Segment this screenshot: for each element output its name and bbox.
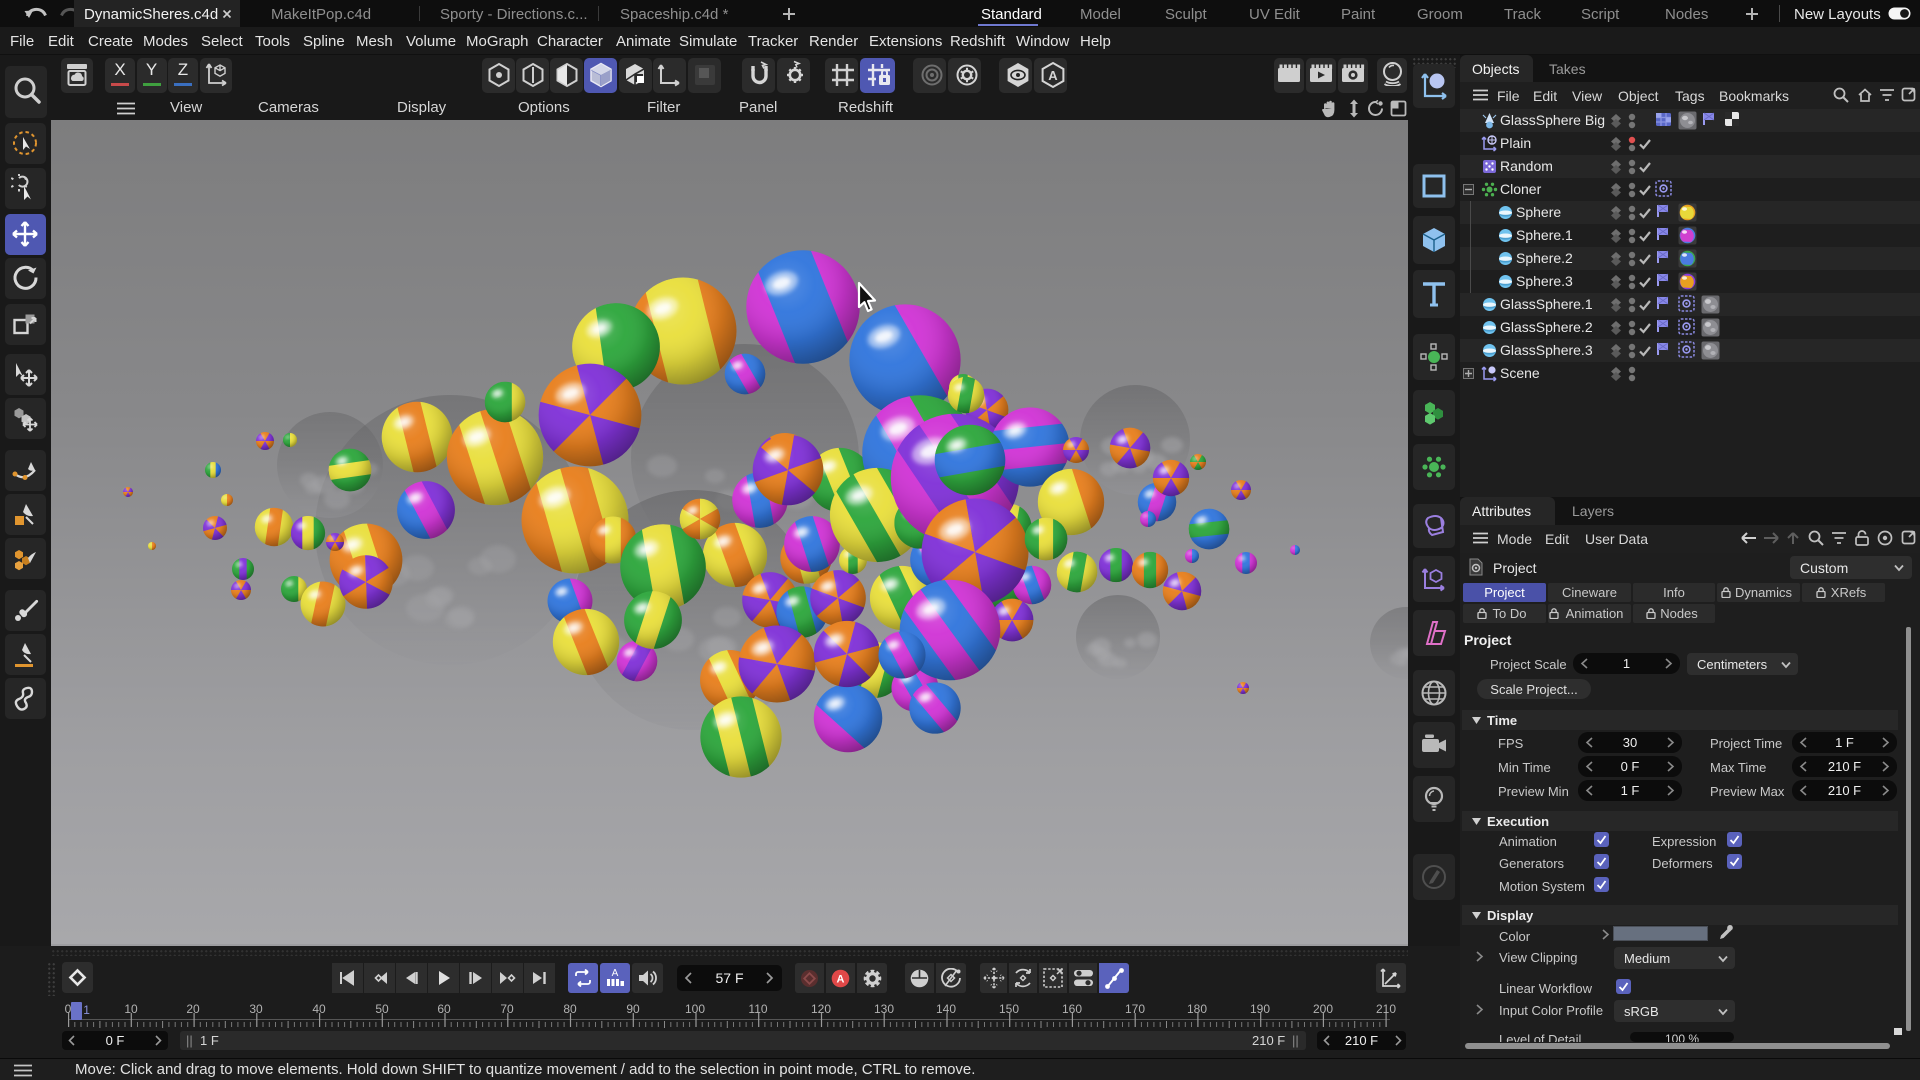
svg-text:A: A: [837, 974, 845, 986]
svg-text:A: A: [1048, 68, 1058, 83]
svg-text:A: A: [612, 968, 619, 979]
